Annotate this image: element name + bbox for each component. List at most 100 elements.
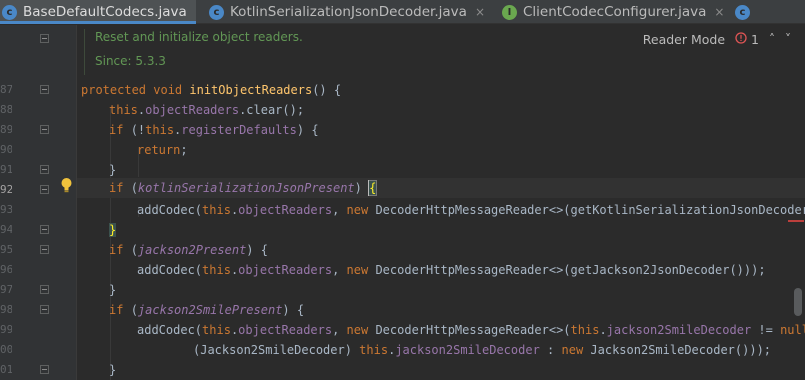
line-number: 98: [0, 303, 12, 316]
line-number: 00: [0, 343, 12, 356]
code-line-94: }: [109, 220, 117, 240]
line-number: 90: [0, 143, 12, 156]
fold-marker-icon[interactable]: [40, 285, 49, 294]
code-line-91: }: [109, 160, 116, 180]
vertical-scrollbar-thumb[interactable]: [794, 288, 802, 316]
previous-highlight-icon[interactable]: ˄: [769, 32, 775, 46]
token-static-field: kotlinSerializationJsonPresent: [137, 181, 355, 195]
reader-mode-bar: Reader Mode 1 ˄ ˅: [643, 25, 805, 53]
token-expression: DecoderHttpMessageReader<>(getJackson2Js…: [375, 263, 766, 277]
code-line-88: this.objectReaders.clear();: [109, 100, 304, 120]
tab-overflow-partial[interactable]: c: [731, 0, 761, 24]
line-number: 88: [0, 103, 12, 116]
token-keyword: if: [109, 123, 131, 137]
tab-label: KotlinSerializationJsonDecoder.java: [230, 4, 467, 20]
code-line-92: if (kotlinSerializationJsonPresent) {: [109, 178, 378, 198]
lightbulb-intention-icon[interactable]: [60, 177, 73, 193]
tab-kotlinserializationjsondecoder[interactable]: c KotlinSerializationJsonDecoder.java ×: [204, 0, 491, 24]
fold-marker-icon[interactable]: [40, 365, 49, 374]
token-punct: }: [109, 163, 117, 177]
token-punct: ,: [332, 323, 347, 337]
token-punct: ) {: [296, 123, 319, 137]
token-field: jackson2SmileDecoder: [606, 323, 752, 337]
java-interface-icon: I: [502, 4, 517, 20]
line-number: 96: [0, 263, 12, 276]
token-static-field: jackson2SmilePresent: [137, 303, 283, 317]
fold-marker-icon[interactable]: [40, 225, 49, 234]
line-number: 89: [0, 123, 12, 136]
token-keyword: new: [346, 323, 376, 337]
token-punct: !=: [751, 323, 781, 337]
fold-marker-icon[interactable]: [40, 305, 49, 314]
token-field: objectReaders: [145, 103, 240, 117]
error-count: 1: [751, 31, 759, 47]
javadoc-description: Reset and initialize object readers.: [95, 30, 303, 44]
problems-indicator[interactable]: 1: [735, 32, 759, 47]
code-line-89: if (!this.registerDefaults) {: [109, 120, 319, 140]
text-caret: [368, 180, 369, 196]
token-punct: (: [130, 303, 138, 317]
code-line-95: if (jackson2Present) {: [109, 240, 268, 260]
token-keyword: new: [346, 203, 376, 217]
reader-mode-button[interactable]: Reader Mode: [643, 32, 725, 47]
token-keyword: this: [109, 103, 138, 117]
token-keyword: this: [202, 263, 231, 277]
fold-marker-icon[interactable]: [40, 85, 49, 94]
line-number-gutter[interactable]: 87 88 89 90 91 92 93 94 95 96 97 98 99 0…: [0, 25, 76, 380]
token-punct: (!: [130, 123, 146, 137]
close-tab-icon[interactable]: ×: [195, 5, 196, 19]
token-punct: ,: [332, 263, 347, 277]
token-field: jackson2SmileDecoder: [395, 343, 540, 357]
line-number: 97: [0, 283, 12, 296]
code-line-93: addCodec(this.objectReaders, new Decoder…: [137, 200, 805, 220]
line-number: 87: [0, 83, 12, 96]
close-tab-icon[interactable]: ×: [714, 5, 724, 19]
token-field: objectReaders: [238, 323, 333, 337]
close-tab-icon[interactable]: ×: [475, 5, 485, 19]
token-punct: :: [539, 343, 562, 357]
javadoc-since: Since: 5.3.3: [95, 54, 166, 68]
token-punct: ) {: [282, 303, 305, 317]
line-number: 94: [0, 223, 12, 236]
token-punct: ): [354, 181, 370, 195]
fold-marker-icon[interactable]: [40, 245, 49, 254]
token-punct: ) {: [246, 243, 268, 257]
code-line-97: }: [109, 280, 116, 300]
fold-marker-icon[interactable]: [40, 185, 49, 194]
token-keyword: new: [561, 343, 591, 357]
token-keyword: this: [359, 343, 389, 357]
tab-label: ClientCodecConfigurer.java: [523, 4, 707, 20]
code-line-87: protected void initObjectReaders() {: [81, 80, 341, 100]
code-line-100: (Jackson2SmileDecoder) this.jackson2Smil…: [193, 340, 771, 360]
token-keyword: protected void: [81, 83, 190, 97]
token-punct: ;: [180, 143, 188, 157]
fold-marker-icon[interactable]: [40, 125, 49, 134]
token-keyword: if: [109, 181, 131, 195]
token-punct: .clear();: [239, 103, 305, 117]
next-highlight-icon[interactable]: ˅: [785, 32, 791, 46]
token-punct: (: [130, 243, 138, 257]
token-field: registerDefaults: [181, 123, 297, 137]
token-keyword: this: [145, 123, 175, 137]
token-keyword: this: [570, 323, 600, 337]
code-editor[interactable]: Reset and initialize object readers. Sin…: [77, 25, 805, 380]
code-line-96: addCodec(this.objectReaders, new Decoder…: [137, 260, 766, 280]
token-punct: ,: [332, 203, 347, 217]
token-punct: .: [599, 323, 607, 337]
token-field: objectReaders: [238, 263, 333, 277]
token-punct: }: [109, 283, 117, 297]
tab-clientcodecconfigurer[interactable]: I ClientCodecConfigurer.java ×: [497, 0, 727, 24]
token-keyword: null: [780, 323, 805, 337]
code-line-98: if (jackson2SmilePresent) {: [109, 300, 304, 320]
tab-basedefaultcodecs[interactable]: c BaseDefaultCodecs.java ×: [0, 0, 196, 24]
token-field: objectReaders: [238, 203, 333, 217]
fold-marker-icon[interactable]: [40, 165, 49, 174]
line-number: 99: [0, 323, 12, 336]
token-punct: () {: [312, 83, 342, 97]
fold-marker-icon[interactable]: [40, 34, 49, 43]
javadoc-rule: [84, 29, 85, 75]
error-icon: [735, 31, 747, 47]
token-keyword: new: [346, 263, 376, 277]
token-expression: Jackson2SmileDecoder()));: [590, 343, 772, 357]
editor-tab-bar: c BaseDefaultCodecs.java × c KotlinSeria…: [0, 0, 805, 24]
